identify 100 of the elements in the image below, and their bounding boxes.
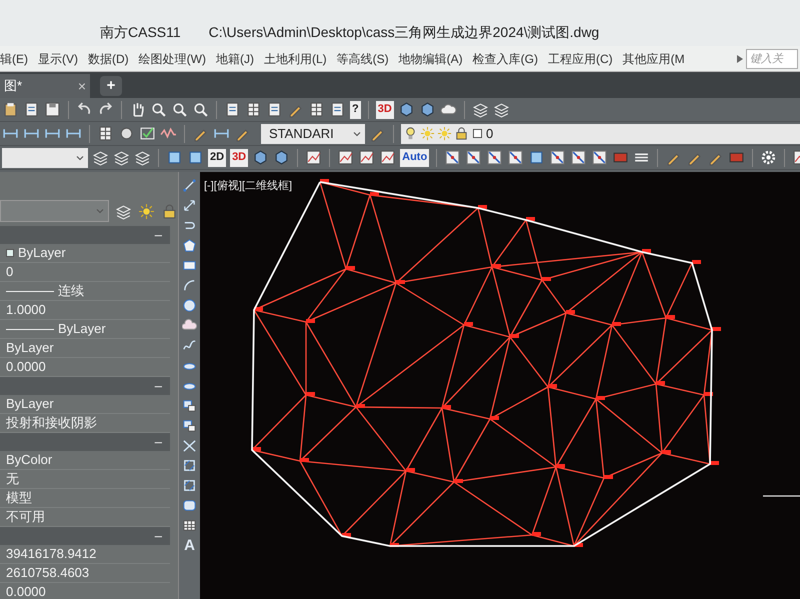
- property-value: 1.0000: [6, 301, 46, 320]
- region-icon[interactable]: [182, 498, 197, 513]
- double-arrow-icon[interactable]: [182, 198, 197, 213]
- text-style-dropdown[interactable]: STANDARI: [261, 124, 365, 144]
- collapse-toggle[interactable]: –: [154, 432, 162, 452]
- cube-icon[interactable]: [252, 149, 270, 166]
- block-icon[interactable]: [182, 418, 197, 433]
- block-icon[interactable]: [182, 398, 197, 413]
- gear-icon[interactable]: [760, 149, 778, 166]
- document-tab[interactable]: 图* ×: [0, 74, 90, 98]
- arc-icon[interactable]: [182, 278, 197, 293]
- magnifier-icon[interactable]: [150, 101, 167, 118]
- diagonal-line-icon[interactable]: [486, 149, 504, 166]
- hatch-icon[interactable]: [182, 458, 197, 473]
- property-value: 无: [6, 470, 19, 488]
- hatch-icon[interactable]: [182, 478, 197, 493]
- 3d-view-button[interactable]: 3D: [230, 148, 248, 166]
- layers-icon[interactable]: [115, 202, 132, 220]
- auto-button[interactable]: Auto: [400, 148, 430, 166]
- crosshair-line: [763, 495, 800, 497]
- cube-icon[interactable]: [418, 101, 436, 118]
- chart-icon[interactable]: [358, 149, 376, 166]
- search-field[interactable]: 键入关: [746, 48, 798, 68]
- circle-icon[interactable]: [182, 298, 197, 313]
- table-icon[interactable]: [308, 101, 325, 118]
- pentagon-icon[interactable]: [182, 238, 197, 253]
- property-value: ByLayer: [6, 339, 54, 358]
- menu-item[interactable]: 地物编辑(A): [398, 50, 463, 68]
- menu-item[interactable]: 土地利用(L): [264, 50, 327, 68]
- property-value: 0.0000: [6, 583, 46, 599]
- menu-item[interactable]: 辑(E): [0, 50, 28, 68]
- drawing-canvas[interactable]: [-][俯视][二维线框]: [200, 172, 800, 599]
- frame-icon[interactable]: [166, 149, 183, 166]
- diagonal-line-icon[interactable]: [570, 149, 588, 166]
- lock-icon[interactable]: [161, 202, 178, 220]
- chart-icon[interactable]: [337, 149, 354, 166]
- sun-icon[interactable]: [138, 202, 155, 220]
- menu-item[interactable]: 地籍(J): [216, 50, 254, 68]
- table-icon[interactable]: [182, 518, 197, 533]
- document-icon[interactable]: [329, 101, 346, 118]
- layers-icon[interactable]: [134, 149, 151, 166]
- collapse-toggle[interactable]: –: [154, 225, 162, 245]
- line-icon[interactable]: [182, 178, 197, 193]
- circle-icon[interactable]: [118, 125, 135, 142]
- square-icon[interactable]: [471, 127, 484, 140]
- menu-item[interactable]: 绘图处理(W): [138, 50, 206, 68]
- cube-icon[interactable]: [273, 149, 290, 166]
- cube-icon[interactable]: [398, 101, 415, 118]
- layer-dropdown[interactable]: 0: [401, 124, 800, 144]
- layers-icon[interactable]: [492, 101, 510, 118]
- collapse-toggle[interactable]: –: [154, 526, 162, 546]
- document-icon[interactable]: [266, 101, 283, 118]
- property-value: 2610758.4603: [6, 564, 90, 582]
- table-icon[interactable]: [245, 101, 262, 118]
- 2d-button[interactable]: 2D: [208, 148, 226, 166]
- clipboard-icon[interactable]: [2, 101, 19, 118]
- text-tool-button[interactable]: A: [184, 538, 195, 553]
- menu-item[interactable]: 等高线(S): [336, 50, 389, 68]
- diagonal-line-icon[interactable]: [591, 149, 608, 166]
- viewport-label[interactable]: [-][俯视][二维线框]: [204, 178, 292, 194]
- menu-item[interactable]: 数据(D): [88, 50, 129, 68]
- property-value: 投射和接收阴影: [6, 414, 97, 432]
- linetype-sample: [6, 328, 54, 330]
- magnifier-icon[interactable]: [171, 101, 188, 118]
- chart-icon[interactable]: [305, 149, 322, 166]
- property-value: ByLayer: [18, 244, 66, 262]
- property-value: 39416178.9412: [6, 545, 96, 564]
- document-icon[interactable]: [224, 101, 241, 118]
- color-swatch: [6, 249, 14, 257]
- chart-icon[interactable]: [379, 149, 396, 166]
- diagonal-line-icon[interactable]: [507, 149, 524, 166]
- collapse-toggle[interactable]: –: [154, 376, 162, 396]
- frame-icon[interactable]: [528, 149, 546, 166]
- dropdown-field[interactable]: [2, 148, 88, 168]
- menu-item[interactable]: 显示(V): [38, 50, 78, 68]
- help-button[interactable]: ?: [350, 100, 361, 118]
- checkmark-icon[interactable]: [139, 125, 156, 142]
- layers-icon[interactable]: [113, 149, 130, 166]
- magnifier-icon[interactable]: [192, 101, 209, 118]
- menu-item[interactable]: 工程应用(C): [548, 50, 613, 68]
- property-value: 0.0000: [6, 358, 46, 376]
- lock-icon[interactable]: [454, 126, 469, 141]
- triangle-right-icon[interactable]: [736, 54, 744, 64]
- property-value: 不可用: [6, 508, 45, 526]
- frame-icon[interactable]: [187, 149, 204, 166]
- menu-item[interactable]: 其他应用(M: [622, 50, 685, 68]
- close-tab-button[interactable]: ×: [78, 76, 86, 96]
- cross-lines-icon[interactable]: [182, 438, 197, 453]
- document-icon[interactable]: [23, 101, 40, 118]
- diagonal-line-icon[interactable]: [465, 149, 482, 166]
- layers-icon[interactable]: [92, 149, 109, 166]
- diagonal-line-icon[interactable]: [549, 149, 566, 166]
- table-icon[interactable]: [97, 125, 114, 142]
- new-tab-button[interactable]: +: [100, 76, 122, 96]
- menu-item[interactable]: 检查入库(G): [472, 50, 538, 68]
- 3d-button[interactable]: 3D: [376, 100, 394, 118]
- linetype-sample: [6, 290, 54, 292]
- save-icon[interactable]: [44, 101, 61, 118]
- diagonal-line-icon[interactable]: [444, 149, 462, 166]
- layers-icon[interactable]: [472, 101, 489, 118]
